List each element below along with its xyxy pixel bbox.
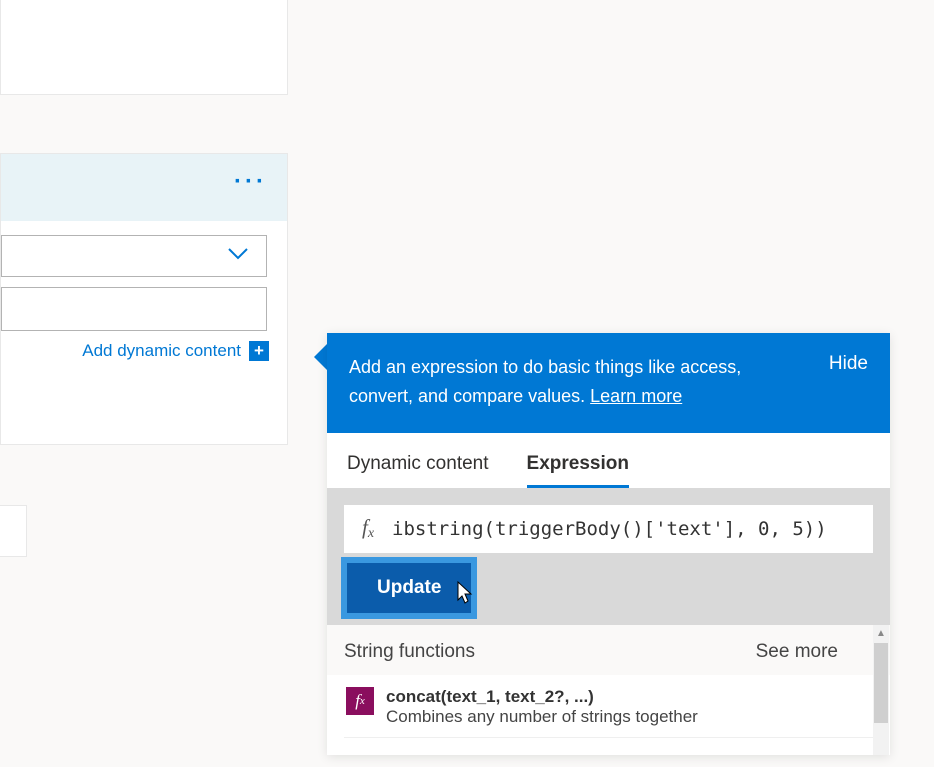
tab-row: Dynamic content Expression: [327, 433, 890, 488]
update-wrap: Update: [344, 553, 873, 625]
add-dynamic-label: Add dynamic content: [82, 341, 241, 361]
function-item-text: concat(text_1, text_2?, ...) Combines an…: [386, 687, 698, 727]
see-more-link[interactable]: See more: [756, 641, 838, 663]
upper-card: [0, 0, 288, 95]
plus-icon: +: [249, 341, 269, 361]
next-step-stub: [0, 505, 27, 557]
card-footer: [1, 364, 287, 444]
text-input[interactable]: [1, 287, 267, 331]
scroll-up-icon[interactable]: ▲: [873, 625, 889, 643]
add-dynamic-content-row[interactable]: Add dynamic content +: [1, 331, 287, 364]
popover-header-msg: Add an expression to do basic things lik…: [349, 357, 741, 406]
function-list: String functions See more fx concat(text…: [327, 625, 890, 755]
dropdown-field[interactable]: [1, 235, 267, 277]
popover-header: Add an expression to do basic things lik…: [327, 333, 890, 433]
function-section-title: String functions: [344, 641, 475, 663]
update-button[interactable]: Update: [347, 563, 471, 613]
action-card: ··· Add dynamic content +: [0, 153, 288, 445]
fx-badge-icon: fx: [346, 687, 374, 715]
expression-area: fx ibstring(triggerBody()['text'], 0, 5)…: [327, 488, 890, 625]
chevron-down-icon: [228, 247, 248, 265]
tab-dynamic-content[interactable]: Dynamic content: [347, 453, 489, 488]
fx-icon: fx: [344, 515, 392, 542]
function-desc: Combines any number of strings together: [386, 707, 698, 727]
expression-input[interactable]: fx ibstring(triggerBody()['text'], 0, 5)…: [344, 505, 873, 553]
expression-text: ibstring(triggerBody()['text'], 0, 5)): [392, 518, 873, 540]
scroll-thumb[interactable]: [874, 643, 888, 723]
tab-expression[interactable]: Expression: [527, 453, 629, 488]
scrollbar[interactable]: ▲: [873, 625, 889, 755]
popover-pointer: [314, 343, 328, 371]
function-section-header: String functions See more: [327, 625, 890, 675]
hide-button[interactable]: Hide: [829, 353, 868, 375]
function-item[interactable]: fx concat(text_1, text_2?, ...) Combines…: [344, 675, 873, 738]
function-name: concat(text_1, text_2?, ...): [386, 687, 698, 707]
action-header: ···: [1, 154, 287, 221]
learn-more-link[interactable]: Learn more: [590, 386, 682, 406]
popover-header-text: Add an expression to do basic things lik…: [349, 353, 799, 411]
expression-popover: Add an expression to do basic things lik…: [327, 333, 890, 755]
